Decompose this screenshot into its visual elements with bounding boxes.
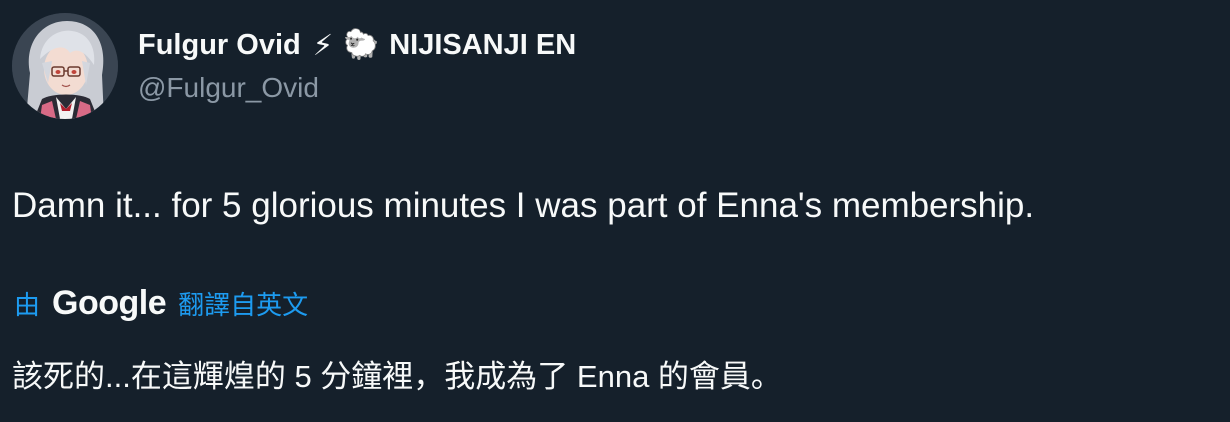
translated-tweet-text: 該死的...在這輝煌的 5 分鐘裡，我成為了 Enna 的會員。: [12, 359, 782, 394]
avatar[interactable]: [12, 13, 118, 119]
author-handle[interactable]: @Fulgur_Ovid: [138, 72, 576, 104]
lightning-bolt-icon: ⚡: [312, 29, 334, 62]
author-name-row[interactable]: Fulgur Ovid ⚡ 🐑 NIJISANJI EN: [138, 24, 576, 66]
translation-by-label: 由: [14, 289, 41, 320]
anime-avatar-icon: [12, 13, 118, 119]
author-affiliation[interactable]: NIJISANJI EN: [389, 29, 576, 62]
google-logo[interactable]: Google: [52, 284, 167, 323]
author-display-name[interactable]: Fulgur Ovid: [138, 29, 301, 62]
translated-from-label[interactable]: 翻譯自英文: [178, 285, 308, 322]
tweet-header: Fulgur Ovid ⚡ 🐑 NIJISANJI EN @Fulgur_Ovi…: [138, 24, 576, 104]
tweet-text: Damn it... for 5 glorious minutes I was …: [12, 186, 1035, 225]
translation-attribution: 由 Google 翻譯自英文: [14, 283, 308, 323]
sheep-icon: 🐑: [343, 29, 380, 61]
